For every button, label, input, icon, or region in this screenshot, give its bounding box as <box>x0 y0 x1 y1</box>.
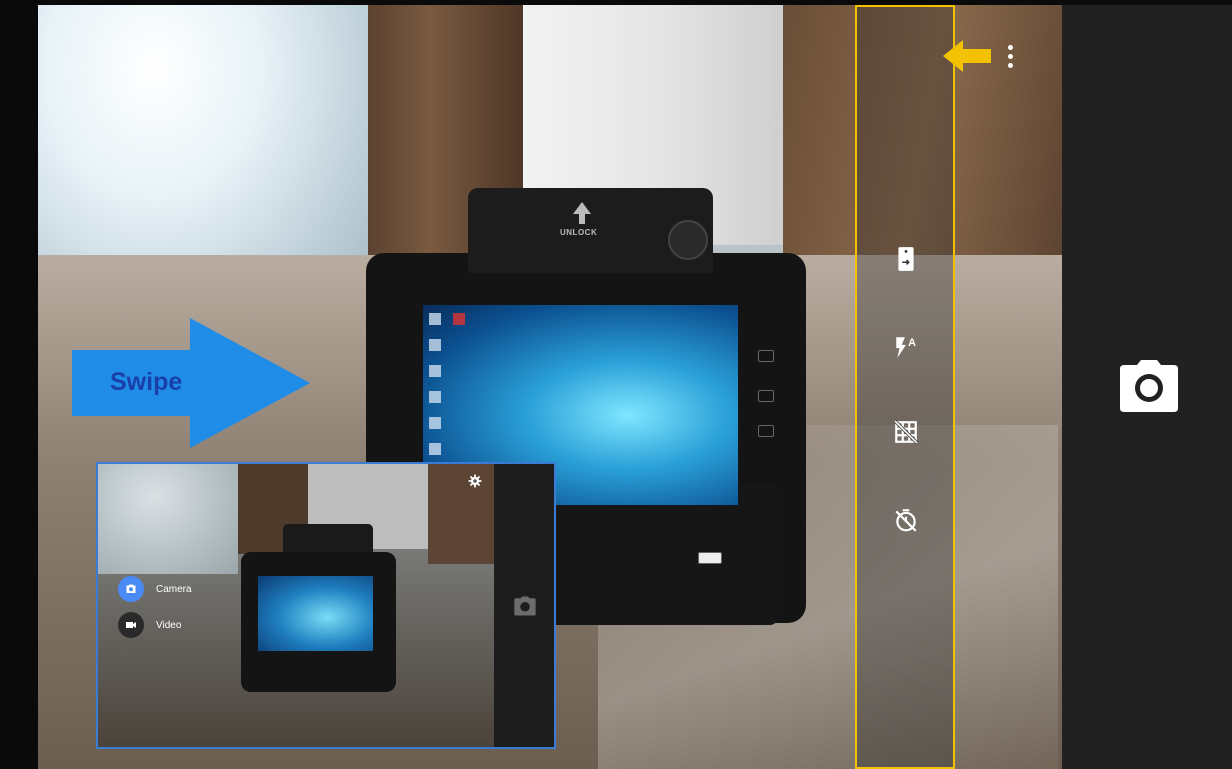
mode-video-label: Video <box>156 619 182 631</box>
desktop-icon <box>429 417 441 429</box>
tablet-button <box>758 425 774 437</box>
menu-dot <box>1007 53 1013 59</box>
tablet-handle: UNLOCK <box>468 188 713 273</box>
inset-camera-icon <box>514 596 536 616</box>
inset-tablet-screen <box>258 576 373 651</box>
more-vert-icon[interactable] <box>1000 40 1020 72</box>
lock-knob <box>668 220 708 260</box>
tablet-usb-port <box>698 552 722 564</box>
inset-scene-wood <box>428 464 498 564</box>
inset-screenshot: Camera Video <box>96 462 556 749</box>
mode-camera[interactable]: Camera <box>118 576 192 602</box>
video-icon <box>118 612 144 638</box>
desktop-icon <box>429 339 441 351</box>
left-border <box>0 0 38 769</box>
swipe-label: Swipe <box>110 368 183 396</box>
shutter-button[interactable] <box>1118 358 1180 414</box>
tablet-button <box>758 350 774 362</box>
inset-scene-wall <box>98 464 238 574</box>
mode-video[interactable]: Video <box>118 612 181 638</box>
callout-arrow-icon <box>943 40 991 72</box>
camera-icon <box>118 576 144 602</box>
unlock-arrow-stem <box>579 214 585 224</box>
desktop-icon <box>429 313 441 325</box>
desktop-icon <box>429 443 441 455</box>
camera-icon <box>1120 360 1178 412</box>
unlock-label: UNLOCK <box>560 228 598 237</box>
desktop-icon <box>453 313 465 325</box>
flash-auto-icon[interactable]: A <box>891 332 921 362</box>
swipe-arrow-icon <box>72 318 310 448</box>
desktop-icon <box>429 365 441 377</box>
desktop-icon <box>429 391 441 403</box>
unlock-arrow-icon <box>573 202 591 214</box>
tablet-button <box>758 390 774 402</box>
mode-camera-label: Camera <box>156 583 192 595</box>
settings-gear-icon[interactable] <box>468 474 482 488</box>
svg-text:A: A <box>908 337 916 349</box>
grid-off-icon[interactable] <box>891 417 921 447</box>
timer-off-icon[interactable] <box>891 505 921 535</box>
menu-dot <box>1007 62 1013 68</box>
settings-panel: A <box>855 5 955 769</box>
camera-switch-icon[interactable] <box>891 244 921 274</box>
top-border <box>0 0 1232 5</box>
menu-dot <box>1007 44 1013 50</box>
